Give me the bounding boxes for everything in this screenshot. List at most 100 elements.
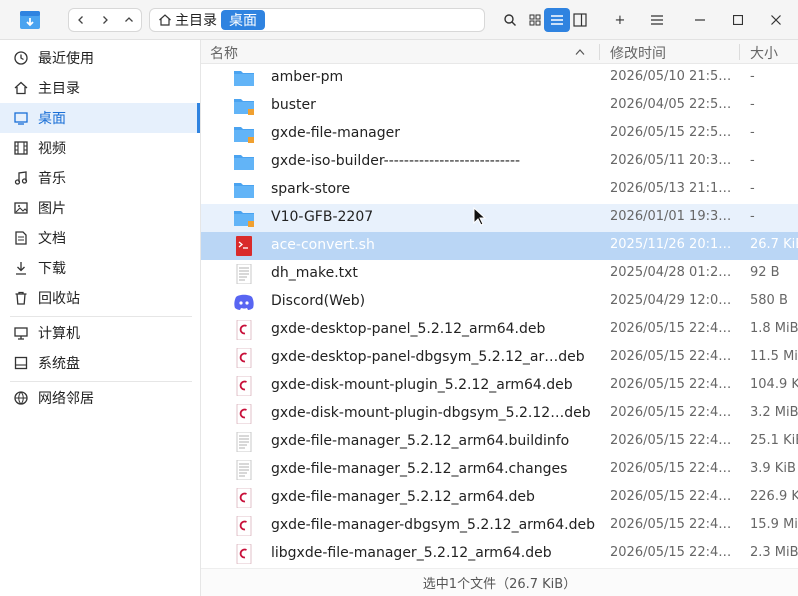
- file-row-amber-pm[interactable]: amber-pm 2026/05/10 21:5… -: [201, 64, 798, 92]
- navigation-group: [68, 8, 142, 32]
- sidebar-item-label: 回收站: [38, 291, 80, 307]
- maximize-button[interactable]: [726, 8, 750, 32]
- sidebar: 最近使用 主目录 桌面 视频 音乐 图片 文档 下载 回收站 计算机 系统盘 网…: [0, 40, 201, 596]
- file-row-deb[interactable]: gxde-desktop-panel_5.2.12_arm64.deb 2026…: [201, 316, 798, 344]
- file-name: gxde-file-manager_5.2.12_arm64.deb: [271, 489, 535, 505]
- file-row-deb[interactable]: gxde-disk-mount-plugin-dbgsym_5.2.12…deb…: [201, 400, 798, 428]
- sidebar-item-home[interactable]: 主目录: [0, 73, 200, 103]
- chevron-left-icon: [78, 16, 83, 24]
- file-date: 2025/11/26 20:1…: [610, 237, 732, 252]
- file-size: 26.7 KiB: [750, 237, 798, 252]
- file-date: 2026/05/13 21:1…: [610, 181, 732, 196]
- sidebar-item-pictures[interactable]: 图片: [0, 193, 200, 223]
- column-name[interactable]: 名称: [210, 43, 238, 63]
- minimize-icon: [695, 19, 705, 21]
- sidebar-item-computer[interactable]: 计算机: [0, 318, 200, 348]
- file-row-deb[interactable]: gxde-file-manager_5.2.12_arm64.deb 2026/…: [201, 484, 798, 512]
- sidebar-item-recent[interactable]: 最近使用: [0, 43, 200, 73]
- detail-panel-button[interactable]: [567, 8, 593, 32]
- debian-package-icon: [236, 348, 252, 368]
- debian-package-icon: [236, 376, 252, 396]
- new-tab-button[interactable]: +: [609, 8, 631, 32]
- column-divider[interactable]: [739, 44, 740, 60]
- file-name: gxde-desktop-panel_5.2.12_arm64.deb: [271, 321, 546, 337]
- sidebar-item-desktop[interactable]: 桌面: [0, 103, 200, 133]
- file-date: 2026/05/15 22:4…: [610, 433, 732, 448]
- file-row-deb[interactable]: libgxde-file-manager_5.2.12_arm64.deb 20…: [201, 540, 798, 564]
- column-size[interactable]: 大小: [750, 43, 778, 63]
- back-button[interactable]: [69, 9, 93, 31]
- sidebar-item-system-disk[interactable]: 系统盘: [0, 348, 200, 378]
- breadcrumb-current[interactable]: 桌面: [221, 10, 265, 30]
- file-row-changes[interactable]: gxde-file-manager_5.2.12_arm64.changes 2…: [201, 456, 798, 484]
- disk-icon: [12, 354, 30, 372]
- file-row-deb[interactable]: gxde-disk-mount-plugin_5.2.12_arm64.deb …: [201, 372, 798, 400]
- file-name: amber-pm: [271, 69, 344, 85]
- sidebar-item-network[interactable]: 网络邻居: [0, 383, 200, 413]
- locked-folder-icon: [234, 99, 254, 115]
- sidebar-item-label: 桌面: [38, 111, 66, 127]
- file-date: 2026/04/05 22:5…: [610, 97, 732, 112]
- file-name: gxde-iso-builder------------------------…: [271, 153, 521, 169]
- file-row-buildinfo[interactable]: gxde-file-manager_5.2.12_arm64.buildinfo…: [201, 428, 798, 456]
- file-row-spark-store[interactable]: spark-store 2026/05/13 21:1… -: [201, 176, 798, 204]
- file-row-dh-make-txt[interactable]: dh_make.txt 2025/04/28 01:2… 92 B: [201, 260, 798, 288]
- close-button[interactable]: [764, 8, 788, 32]
- file-name: gxde-file-manager_5.2.12_arm64.changes: [271, 461, 568, 477]
- file-row-gxde-iso-builder[interactable]: gxde-iso-builder------------------------…: [201, 148, 798, 176]
- active-indicator: [197, 103, 200, 133]
- file-row-discord-web[interactable]: Discord(Web) 2025/04/29 12:0… 580 B: [201, 288, 798, 316]
- debian-package-icon: [236, 404, 252, 424]
- file-row-deb[interactable]: gxde-file-manager-dbgsym_5.2.12_arm64.de…: [201, 512, 798, 540]
- desktop-icon: [12, 109, 30, 127]
- file-name: Discord(Web): [271, 293, 366, 309]
- sidebar-item-videos[interactable]: 视频: [0, 133, 200, 163]
- file-size: 92 B: [750, 265, 780, 280]
- column-header: 名称 修改时间 大小: [201, 40, 798, 64]
- file-name: gxde-file-manager_5.2.12_arm64.buildinfo: [271, 433, 570, 449]
- file-date: 2026/05/15 22:4…: [610, 489, 732, 504]
- file-size: -: [750, 125, 755, 140]
- file-row-buster[interactable]: buster 2026/04/05 22:5… -: [201, 92, 798, 120]
- file-size: 580 B: [750, 293, 788, 308]
- file-name: spark-store: [271, 181, 351, 197]
- folder-icon: [234, 183, 254, 198]
- file-row-deb[interactable]: gxde-desktop-panel-dbgsym_5.2.12_ar…deb …: [201, 344, 798, 372]
- file-row-v10-gfb-2207[interactable]: V10-GFB-2207 2026/01/01 19:3… -: [201, 204, 798, 232]
- sort-ascending-icon[interactable]: [575, 48, 585, 56]
- file-date: 2026/01/01 19:3…: [610, 209, 732, 224]
- forward-button[interactable]: [93, 9, 117, 31]
- sidebar-item-trash[interactable]: 回收站: [0, 283, 200, 313]
- up-button[interactable]: [117, 9, 141, 31]
- main-menu-button[interactable]: [645, 8, 669, 32]
- document-icon: [12, 229, 30, 247]
- minimize-button[interactable]: [688, 8, 712, 32]
- home-icon: [159, 14, 171, 26]
- file-date: 2026/05/15 22:4…: [610, 321, 732, 336]
- file-row-gxde-file-manager[interactable]: gxde-file-manager 2026/05/15 22:5… -: [201, 120, 798, 148]
- file-row-ace-convert-sh[interactable]: ace-convert.sh 2025/11/26 20:1… 26.7 KiB: [201, 232, 798, 260]
- grid-icon: [529, 14, 541, 26]
- title-bar: 主目录 桌面 +: [0, 0, 798, 40]
- column-divider[interactable]: [599, 44, 600, 60]
- column-modified[interactable]: 修改时间: [610, 43, 666, 63]
- sidebar-item-music[interactable]: 音乐: [0, 163, 200, 193]
- file-size: -: [750, 153, 755, 168]
- file-date: 2026/05/11 20:3…: [610, 153, 732, 168]
- file-size: -: [750, 97, 755, 112]
- shell-script-icon: [236, 236, 252, 256]
- network-icon: [12, 389, 30, 407]
- folder-icon: [234, 71, 254, 86]
- computer-icon: [12, 324, 30, 342]
- chevron-right-icon: [103, 16, 108, 24]
- sidebar-item-label: 计算机: [38, 326, 80, 342]
- search-button[interactable]: [497, 8, 523, 32]
- breadcrumb: 主目录 桌面: [149, 8, 485, 32]
- file-size: 3.2 MiB: [750, 405, 798, 420]
- breadcrumb-home[interactable]: 主目录: [154, 10, 221, 30]
- sidebar-item-documents[interactable]: 文档: [0, 223, 200, 253]
- file-date: 2025/04/29 12:0…: [610, 293, 732, 308]
- debian-package-icon: [236, 488, 252, 508]
- sidebar-item-downloads[interactable]: 下载: [0, 253, 200, 283]
- sidebar-item-label: 最近使用: [38, 51, 94, 67]
